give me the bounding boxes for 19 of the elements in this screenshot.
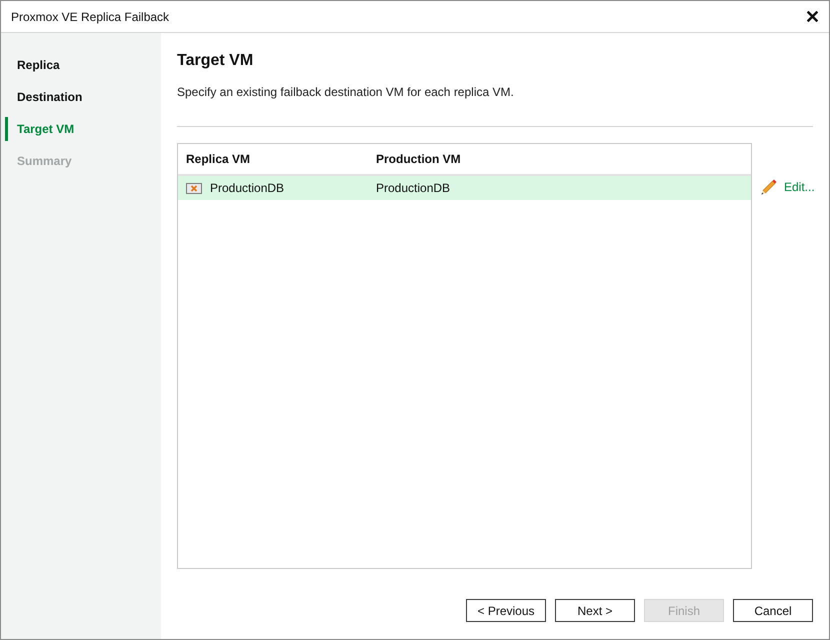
window-title: Proxmox VE Replica Failback [11,10,170,24]
column-header: Replica VM [185,152,252,166]
close-icon [806,11,818,22]
table-cell: ProductionDB [210,181,284,195]
vm-icon [186,182,202,194]
table-cell: ProductionDB [376,181,450,195]
wizard-button[interactable]: < Previous [466,599,546,622]
wizard-button[interactable]: Cancel [733,599,813,622]
step-tab[interactable]: Target VM [5,117,161,141]
pencil-icon [760,178,778,196]
step-tab[interactable]: Replica [5,53,161,77]
page-description: Specify an existing failback destination VM for each replica VM. [177,84,515,100]
page-title: Target VM [177,51,254,71]
table-row[interactable]: ProductionDB ProductionDB [178,176,751,200]
close-button[interactable] [804,8,820,24]
step-tab[interactable]: Destination [5,85,161,109]
edit-link[interactable]: Edit... [760,176,815,198]
wizard-button[interactable]: Next > [555,599,635,622]
column-header: Production VM [375,152,461,166]
